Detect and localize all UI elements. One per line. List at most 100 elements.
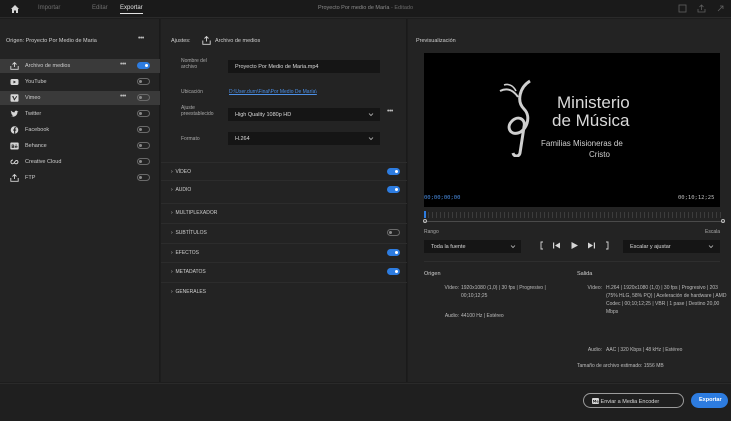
- destination-toggle[interactable]: [137, 158, 150, 165]
- destination-creative-cloud[interactable]: Creative Cloud: [0, 155, 160, 169]
- section-toggle[interactable]: [387, 249, 400, 256]
- format-value: H.264: [235, 136, 250, 142]
- range-select[interactable]: Toda la fuente: [424, 240, 521, 253]
- output-audio-value: AAC | 320 Kbps | 48 kHz | Estéreo: [606, 347, 683, 353]
- youtube-icon: [10, 79, 19, 85]
- play-icon[interactable]: [570, 241, 579, 250]
- destination-more-button[interactable]: •••: [120, 93, 126, 100]
- destination-label: Archivo de medios: [25, 63, 71, 69]
- section-audio[interactable]: › AUDIO: [161, 180, 407, 197]
- logo-subtitle-line1: Familias Misioneras de: [541, 139, 623, 148]
- destination-more-button[interactable]: •••: [120, 61, 126, 68]
- section-metadata[interactable]: › METADATOS: [161, 262, 407, 279]
- project-name: Proyecto Por medio de María: [317, 5, 390, 11]
- section-toggle[interactable]: [387, 268, 400, 275]
- media-encoder-icon: Me: [592, 398, 599, 404]
- destination-label: Creative Cloud: [25, 159, 62, 165]
- filename-label: Nombre del archivo: [181, 58, 207, 70]
- destination-toggle[interactable]: [137, 78, 150, 85]
- fullscreen-icon[interactable]: [678, 4, 687, 13]
- section-multiplexer[interactable]: › MULTIPLEXADOR: [161, 203, 407, 220]
- scale-select[interactable]: Escalar y ajustar: [623, 240, 720, 253]
- source-name: Proyecto Por Medio de Maria: [25, 38, 97, 44]
- vimeo-icon: [10, 94, 19, 102]
- edit-status: Editado: [394, 5, 414, 11]
- svg-text:Bē: Bē: [11, 144, 17, 150]
- divider: [424, 261, 720, 262]
- range-label: Rango: [424, 229, 439, 235]
- destination-toggle[interactable]: [137, 174, 150, 181]
- preset-more-button[interactable]: •••: [387, 108, 393, 115]
- quick-export-icon[interactable]: [697, 4, 706, 13]
- behance-icon: Bē: [10, 142, 19, 150]
- source-more-button[interactable]: •••: [138, 35, 144, 42]
- export-button[interactable]: Exportar: [691, 393, 728, 408]
- section-general[interactable]: › GENERALES: [161, 282, 407, 299]
- export-file-icon: [202, 36, 211, 45]
- location-label: Ubicación: [181, 89, 203, 95]
- destination-toggle[interactable]: [137, 142, 150, 149]
- format-select[interactable]: H.264: [228, 132, 380, 145]
- twitter-icon: [10, 110, 19, 117]
- section-effects[interactable]: › EFECTOS: [161, 243, 407, 260]
- range-out-handle[interactable]: [721, 219, 725, 223]
- section-video[interactable]: › VÍDEO: [161, 162, 407, 179]
- destination-label: FTP: [25, 175, 36, 181]
- settings-destination: Archivo de medios: [215, 38, 261, 44]
- timecode-duration: 00;10;12;25: [678, 195, 715, 201]
- logo-title-line1: Ministerio: [557, 93, 630, 112]
- chevron-down-icon: [510, 245, 516, 249]
- range-in-handle[interactable]: [423, 219, 427, 223]
- preset-select[interactable]: High Quality 1080p HD: [228, 108, 380, 121]
- output-video-value: H.264 | 1920x1080 (1,0) | 30 fps | Progr…: [606, 285, 727, 315]
- top-bar: Importar Editar Exportar Proyecto Por me…: [0, 0, 731, 18]
- destination-vimeo[interactable]: Vimeo •••: [0, 91, 160, 105]
- source-video-value: 1920x1080 (1,0) | 30 fps | Progresivo | …: [461, 285, 546, 299]
- export-file-icon: [10, 62, 19, 70]
- logo-subtitle-line2: Cristo: [589, 150, 610, 159]
- output-video-label: Vídeo:: [587, 285, 602, 291]
- preview-panel: Previsualización Ministerio de Música Fa…: [408, 19, 731, 382]
- playhead[interactable]: [424, 211, 426, 218]
- step-forward-icon[interactable]: [587, 241, 596, 250]
- ftp-icon: [10, 174, 19, 182]
- range-track[interactable]: [424, 221, 724, 222]
- chevron-down-icon: [368, 113, 374, 117]
- source-summary-title: Origen: [424, 271, 441, 277]
- timeline-ruler[interactable]: [424, 212, 724, 218]
- output-audio-label: Audio:: [587, 347, 602, 353]
- settings-panel: Ajustes: Archivo de medios Nombre del ar…: [161, 19, 407, 382]
- destination-label: Facebook: [25, 127, 50, 133]
- step-back-icon[interactable]: [552, 241, 561, 250]
- mark-out-icon[interactable]: [603, 241, 611, 250]
- range-value: Toda la fuente: [431, 244, 466, 250]
- section-toggle[interactable]: [387, 168, 400, 175]
- destination-toggle[interactable]: [137, 126, 150, 133]
- logo-title-line2: de Música: [552, 111, 630, 130]
- source-header: Origen: Proyecto Por Medio de Maria: [6, 38, 97, 44]
- expand-icon[interactable]: [716, 4, 725, 13]
- location-link[interactable]: D:\User.durn\Final\Por Medio De María\: [229, 89, 317, 95]
- destination-ftp[interactable]: FTP: [0, 171, 160, 185]
- creative-cloud-icon: [10, 159, 19, 165]
- section-subtitles[interactable]: › SUBTÍTULOS: [161, 223, 407, 240]
- chevron-down-icon: [708, 245, 714, 249]
- destination-youtube[interactable]: YouTube: [0, 75, 160, 89]
- destination-behance[interactable]: Bē Behance: [0, 139, 160, 153]
- destination-facebook[interactable]: Facebook: [0, 123, 160, 137]
- facebook-icon: [10, 126, 19, 134]
- destination-twitter[interactable]: Twitter: [0, 107, 160, 121]
- destination-label: YouTube: [25, 79, 47, 85]
- send-to-media-encoder-button[interactable]: Me Enviar a Media Encoder: [583, 393, 684, 408]
- section-toggle[interactable]: [387, 186, 400, 193]
- destination-toggle[interactable]: [137, 94, 150, 101]
- destination-toggle[interactable]: [137, 62, 150, 69]
- filename-input[interactable]: Proyecto Por Medio de Maria.mp4: [228, 60, 380, 73]
- section-toggle[interactable]: [387, 229, 400, 236]
- destination-media-file[interactable]: Archivo de medios •••: [0, 59, 160, 73]
- estimated-file-size: Tamaño de archivo estimado: 1556 MB: [577, 363, 664, 369]
- destinations-panel: Origen: Proyecto Por Medio de Maria ••• …: [0, 19, 160, 382]
- destination-label: Behance: [25, 143, 47, 149]
- destination-toggle[interactable]: [137, 110, 150, 117]
- mark-in-icon[interactable]: [538, 241, 546, 250]
